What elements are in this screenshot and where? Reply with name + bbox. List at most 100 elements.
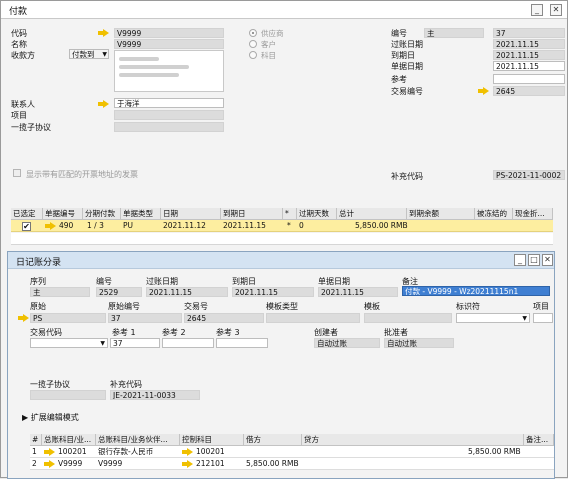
col-line-no[interactable]: # [30, 434, 42, 446]
trans-code-select[interactable]: ▼ [30, 338, 108, 348]
project-label: 项目 [11, 111, 27, 120]
approver-field[interactable]: 自动过账 [384, 338, 454, 348]
customer-radio[interactable] [249, 40, 257, 48]
col-star[interactable]: * [283, 208, 297, 220]
link-arrow-icon[interactable] [182, 448, 193, 456]
maximize-icon[interactable]: □ [528, 254, 540, 266]
col-total[interactable]: 总计 [337, 208, 407, 220]
trans-no-label: 交易编号 [391, 87, 423, 96]
col-overdue[interactable]: 过期天数 [297, 208, 337, 220]
line-account: V9999 [58, 459, 83, 468]
cell-total: 5,850.00 RMB [355, 221, 408, 230]
col-debit[interactable]: 借方 [244, 434, 302, 446]
journal-title-bar: 日记账分录 _ □ ✕ [8, 252, 554, 269]
col-doc-type[interactable]: 单据类型 [121, 208, 161, 220]
table-row[interactable]: ✔ 490 1 / 3 PU 2021.11.12 2021.11.15 * 0… [11, 220, 553, 232]
line-debit [244, 446, 246, 458]
approver-label: 批准者 [384, 328, 408, 337]
ref2-field[interactable] [162, 338, 214, 348]
supplier-radio[interactable] [249, 29, 257, 37]
col-control[interactable]: 控制科目 [180, 434, 244, 446]
contact-field[interactable]: 于海洋 [114, 98, 224, 108]
payee-address-box[interactable] [114, 50, 224, 92]
link-arrow-icon[interactable] [98, 29, 109, 37]
link-arrow-icon[interactable] [44, 460, 55, 468]
number-field[interactable]: 37 [493, 28, 565, 38]
matching-invoice-checkbox[interactable] [13, 169, 21, 177]
code-field[interactable]: V9999 [114, 28, 224, 38]
je-supp-field[interactable]: JE-2021-11-0033 [110, 390, 200, 400]
posting-date-field[interactable]: 2021.11.15 [493, 39, 565, 49]
posting-date-label: 过账日期 [391, 40, 423, 49]
je-number-label: 编号 [96, 277, 112, 286]
je-posting-field[interactable]: 2021.11.15 [146, 287, 228, 297]
col-credit[interactable]: 贷方 [302, 434, 524, 446]
close-icon[interactable]: ✕ [550, 4, 562, 16]
cell-doc-no: 490 [59, 221, 74, 230]
je-doc-date-label: 单据日期 [318, 277, 350, 286]
account-radio-label: 科目 [261, 51, 276, 60]
link-arrow-icon[interactable] [45, 222, 56, 230]
col-doc-no[interactable]: 单据编号 [43, 208, 83, 220]
col-cash-discount[interactable]: 现金折... [513, 208, 553, 220]
supp-code-field[interactable]: PS-2021-11-0002 [493, 170, 565, 180]
col-account[interactable]: 总账科目/业... [42, 434, 96, 446]
creator-field[interactable]: 自动过账 [314, 338, 380, 348]
project-field[interactable] [114, 110, 224, 120]
origin-field[interactable]: PS [30, 313, 106, 323]
remark-field[interactable]: 付款 - V9999 - Wz20211115n1 [402, 286, 550, 296]
je-doc-date-field[interactable]: 2021.11.15 [318, 287, 398, 297]
col-blocked[interactable]: 被冻结的 [475, 208, 513, 220]
table-row[interactable]: 1 100201 银行存款-人民币 100201 5,850.00 RMB [30, 446, 554, 458]
payee-type-select[interactable]: 付款到 ▼ [69, 49, 109, 59]
payee-label: 收款方 [11, 51, 35, 60]
cell-due: 2021.11.15 [223, 221, 266, 230]
indicator-select[interactable]: ▼ [456, 313, 530, 323]
ref1-field[interactable]: 37 [110, 338, 160, 348]
trans-code-label: 交易代码 [30, 328, 62, 337]
template-type-field[interactable] [266, 313, 360, 323]
col-due[interactable]: 到期日 [221, 208, 283, 220]
link-arrow-icon[interactable] [18, 314, 29, 322]
je-trans-field[interactable]: 2645 [184, 313, 264, 323]
close-icon[interactable]: ✕ [542, 254, 553, 266]
je-due-field[interactable]: 2021.11.15 [232, 287, 314, 297]
expand-toggle[interactable]: ▶ 扩展编辑模式 [22, 412, 79, 423]
account-radio[interactable] [249, 51, 257, 59]
trans-no-field[interactable]: 2645 [493, 86, 565, 96]
link-arrow-icon[interactable] [44, 448, 55, 456]
series-field[interactable]: 主 [30, 287, 90, 297]
ref3-field[interactable] [216, 338, 268, 348]
table-row[interactable]: 2 V9999 V9999 212101 5,850.00 RMB [30, 458, 554, 470]
link-arrow-icon[interactable] [182, 460, 193, 468]
col-remarks[interactable]: 备注... [524, 434, 554, 446]
agreement-field[interactable] [114, 122, 224, 132]
je-number-field[interactable]: 2529 [96, 287, 142, 297]
doc-date-field[interactable]: 2021.11.15 [493, 61, 565, 71]
table-row[interactable] [11, 233, 553, 245]
line-credit: 5,850.00 RMB [468, 447, 521, 456]
minimize-icon[interactable]: _ [531, 4, 543, 16]
origin-no-label: 原始编号 [108, 302, 140, 311]
link-arrow-icon[interactable] [98, 100, 109, 108]
col-selected[interactable]: 已选定 [11, 208, 43, 220]
link-arrow-icon[interactable] [478, 87, 489, 95]
name-field[interactable]: V9999 [114, 39, 224, 49]
col-balance[interactable]: 到期余额 [407, 208, 475, 220]
journal-title: 日记账分录 [16, 258, 62, 268]
col-date[interactable]: 日期 [161, 208, 221, 220]
je-project-field[interactable] [533, 313, 553, 323]
number-series-field[interactable]: 主 [424, 28, 484, 38]
ref-field[interactable] [493, 74, 565, 84]
template-field[interactable] [364, 313, 452, 323]
je-agreement-field[interactable] [30, 390, 106, 400]
template-type-label: 模板类型 [266, 302, 298, 311]
col-account-name[interactable]: 总账科目/业务伙伴... [96, 434, 180, 446]
row-checkbox[interactable]: ✔ [22, 222, 31, 231]
minimize-icon[interactable]: _ [514, 254, 526, 266]
col-installment[interactable]: 分期付款 [83, 208, 121, 220]
agreement-label: 一揽子协议 [11, 123, 51, 132]
origin-no-field[interactable]: 37 [108, 313, 182, 323]
ref2-label: 参考 2 [162, 328, 186, 337]
due-date-field[interactable]: 2021.11.15 [493, 50, 565, 60]
